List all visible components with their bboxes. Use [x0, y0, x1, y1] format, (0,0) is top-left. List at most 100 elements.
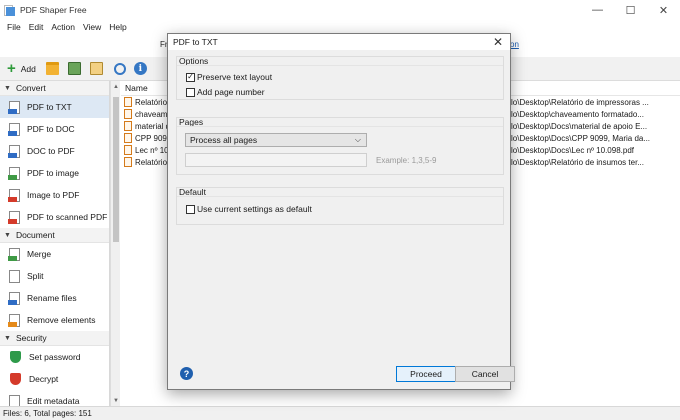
- menu-file[interactable]: File: [3, 22, 25, 32]
- add-label: Add: [20, 63, 36, 74]
- pdf-file-icon: [124, 133, 132, 143]
- sidebar-scrollbar[interactable]: ▲ ▼: [110, 81, 120, 406]
- sidebar-item-image-to-pdf[interactable]: Image to PDF: [0, 184, 109, 206]
- section-security[interactable]: ▼ Security: [0, 331, 109, 346]
- app-logo-icon: [4, 4, 15, 16]
- scroll-up-icon[interactable]: ▲: [113, 84, 119, 90]
- chevron-down-icon: ▼: [4, 84, 11, 92]
- add-button[interactable]: + Add: [7, 61, 36, 76]
- pdf-file-icon: [124, 121, 132, 131]
- shield-x-icon: [9, 373, 22, 386]
- plus-icon: +: [7, 60, 16, 77]
- merge-icon: [8, 247, 20, 261]
- metadata-icon: [9, 394, 20, 406]
- tip-link[interactable]: on: [510, 40, 519, 49]
- sidebar-item-label: PDF to image: [27, 168, 79, 178]
- page-range-example: Example: 1,3,5-9: [376, 156, 437, 165]
- sidebar-item-label: Set password: [29, 352, 81, 362]
- use-default-checkbox[interactable]: Use current settings as default: [186, 204, 312, 214]
- add-page-number-checkbox[interactable]: Add page number: [186, 87, 265, 97]
- sidebar-item-rename-files[interactable]: Rename files: [0, 287, 109, 309]
- section-title: Document: [15, 230, 55, 240]
- info-icon[interactable]: i: [133, 62, 147, 75]
- chevron-down-icon: ⌵: [354, 135, 361, 144]
- status-bar: Files: 6, Total pages: 151: [0, 406, 680, 420]
- file-path: lo\Desktop\Docs\CPP 9099, Maria da...: [511, 133, 651, 143]
- proceed-button[interactable]: Proceed: [396, 366, 456, 382]
- sidebar-item-set-password[interactable]: Set password: [0, 346, 109, 368]
- pdf-to-txt-dialog: PDF to TXT ✕ Options ✓ Preserve text lay…: [167, 33, 515, 390]
- pages-select-value: Process all pages: [190, 135, 258, 145]
- pages-select[interactable]: Process all pages ⌵: [185, 133, 367, 147]
- sidebar-item-label: Image to PDF: [27, 190, 80, 200]
- sidebar-item-pdf-to-txt[interactable]: PDF to TXT: [0, 96, 109, 118]
- pdf-file-icon: [124, 145, 132, 155]
- checkbox-checked-icon: ✓: [186, 72, 195, 82]
- menu-view[interactable]: View: [79, 22, 105, 32]
- sidebar-item-edit-metadata[interactable]: Edit metadata: [0, 390, 109, 406]
- section-document[interactable]: ▼ Document: [0, 228, 109, 243]
- sidebar-item-merge[interactable]: Merge: [0, 243, 109, 265]
- sidebar: ▼ Convert PDF to TXT PDF to DOC DOC to PD…: [0, 81, 110, 406]
- file-path: lo\Desktop\Docs\material de apoio E...: [511, 121, 648, 131]
- sidebar-item-label: DOC to PDF: [27, 146, 75, 156]
- section-convert[interactable]: ▼ Convert: [0, 81, 109, 96]
- help-icon[interactable]: ?: [180, 367, 193, 380]
- scrollbar-thumb[interactable]: [113, 97, 119, 242]
- sidebar-item-label: Decrypt: [29, 374, 59, 384]
- add-image-icon[interactable]: [67, 62, 81, 75]
- split-icon: [9, 269, 20, 283]
- remove-elements-icon: [8, 313, 20, 327]
- shield-check-icon: [9, 351, 22, 364]
- minimize-button[interactable]: —: [581, 0, 614, 20]
- sidebar-item-label: Rename files: [27, 293, 77, 303]
- section-title: Security: [15, 333, 47, 343]
- sidebar-item-label: Merge: [27, 249, 52, 259]
- sidebar-item-label: Remove elements: [27, 315, 96, 325]
- menu-edit[interactable]: Edit: [25, 22, 48, 32]
- pdf-file-icon: [124, 97, 132, 107]
- checkbox-empty-icon: [186, 87, 195, 97]
- doc-file-icon: [8, 122, 20, 136]
- close-window-button[interactable]: ✕: [647, 0, 680, 20]
- sidebar-item-doc-to-pdf[interactable]: DOC to PDF: [0, 140, 109, 162]
- scroll-down-icon[interactable]: ▼: [113, 398, 119, 404]
- word-file-icon: [8, 144, 20, 158]
- sidebar-item-decrypt[interactable]: Decrypt: [0, 368, 109, 390]
- sidebar-item-pdf-to-image[interactable]: PDF to image: [0, 162, 109, 184]
- maximize-button[interactable]: ☐: [614, 0, 647, 20]
- sidebar-item-label: PDF to TXT: [27, 102, 72, 112]
- sidebar-item-remove-elements[interactable]: Remove elements: [0, 309, 109, 331]
- sidebar-item-pdf-to-scanned[interactable]: PDF to scanned PDF: [0, 206, 109, 228]
- sidebar-item-pdf-to-doc[interactable]: PDF to DOC: [0, 118, 109, 140]
- menu-help[interactable]: Help: [105, 22, 130, 32]
- title-bar: PDF Shaper Free — ☐ ✕: [0, 0, 680, 20]
- file-path: lo\Desktop\Docs\Lec nº 10.098.pdf: [511, 145, 634, 155]
- menu-bar: File Edit Action View Help: [0, 20, 680, 34]
- dialog-close-button[interactable]: ✕: [493, 35, 503, 49]
- dialog-title: PDF to TXT: [173, 37, 218, 47]
- section-title: Convert: [15, 83, 46, 93]
- cancel-button[interactable]: Cancel: [455, 366, 515, 382]
- sidebar-item-split[interactable]: Split: [0, 265, 109, 287]
- rename-icon: [8, 291, 20, 305]
- use-default-label: Use current settings as default: [197, 204, 312, 214]
- status-text: Files: 6, Total pages: 151: [3, 409, 92, 418]
- sidebar-item-label: Split: [27, 271, 44, 281]
- menu-action[interactable]: Action: [47, 22, 79, 32]
- default-group: Default Use current settings as default: [176, 187, 504, 225]
- preserve-layout-checkbox[interactable]: ✓ Preserve text layout: [186, 72, 272, 82]
- preserve-layout-label: Preserve text layout: [197, 72, 273, 82]
- clipboard-icon[interactable]: [89, 62, 103, 75]
- sidebar-item-label: PDF to DOC: [27, 124, 75, 134]
- file-path: lo\Desktop\Relatório de insumos ter...: [511, 157, 644, 167]
- chevron-down-icon: ▼: [4, 231, 11, 239]
- chevron-down-icon: ▼: [4, 334, 11, 342]
- options-group: Options ✓ Preserve text layout Add page …: [176, 56, 504, 100]
- page-range-input[interactable]: [185, 153, 367, 167]
- search-icon[interactable]: [113, 62, 126, 75]
- add-folder-icon[interactable]: [45, 62, 59, 75]
- file-path: lo\Desktop\chaveamento formatado...: [511, 109, 644, 119]
- checkbox-empty-icon: [186, 204, 195, 214]
- jpg-file-icon: [8, 166, 20, 180]
